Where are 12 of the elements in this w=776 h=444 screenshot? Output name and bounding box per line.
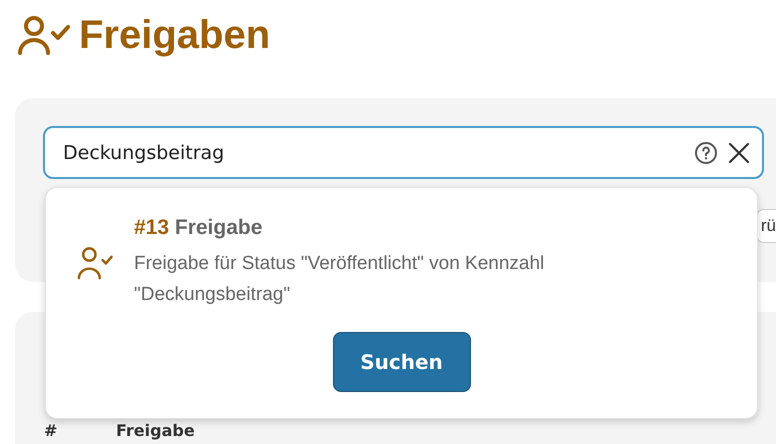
user-check-icon [17,15,71,55]
close-icon[interactable] [728,142,750,164]
column-header: # [44,422,58,440]
suggestion-title[interactable]: #13 Freigabe [134,216,634,240]
help-icon[interactable] [694,140,718,164]
search-button[interactable]: Suchen [332,332,470,392]
page-title: Freigaben [79,12,270,58]
user-check-icon [76,246,114,280]
suggestion-description: Freigabe für Status "Veröffentlicht" von Kennzahl "Deckungsbeitrag" [134,252,546,307]
column-header: Freigabe [116,422,195,440]
search-field[interactable]: Deckungsbeitrag [43,126,764,179]
filter-button[interactable]: rü [756,209,776,243]
